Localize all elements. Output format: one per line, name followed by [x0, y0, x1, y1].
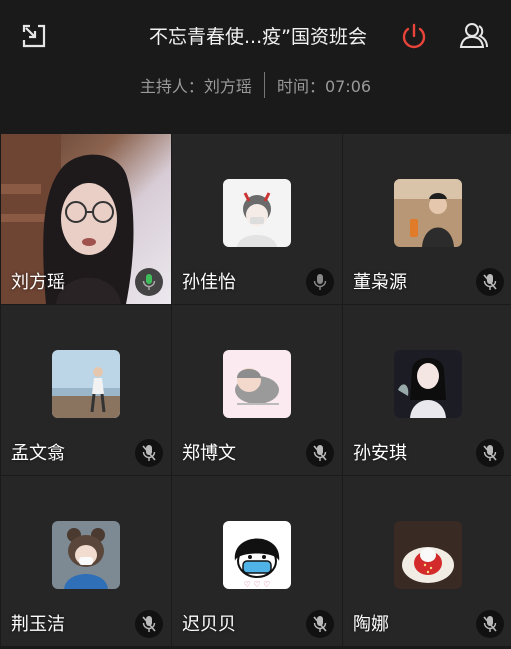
avatar	[393, 350, 462, 418]
meeting-title: 不忘青春使...疫”国资班会	[149, 26, 367, 48]
participant-tile[interactable]: 荆玉洁	[1, 476, 171, 646]
mic-muted-icon	[135, 610, 163, 638]
mic-muted-icon	[476, 439, 504, 467]
avatar	[223, 179, 291, 247]
participant-tile[interactable]: ♡ ♡ ♡ 迟贝贝	[172, 476, 342, 646]
avatar	[52, 521, 120, 589]
mic-icon	[306, 268, 334, 296]
participant-name: 孙安琪	[353, 443, 407, 464]
mic-muted-icon	[306, 439, 334, 467]
participant-tile[interactable]: 董枭源	[343, 134, 511, 304]
minimize-window-icon[interactable]	[18, 20, 50, 52]
video-grid: 刘方瑶 孙佳怡 董枭源 孟文翕 郑博文 孙安琪 荆玉洁 ♡ ♡ ♡ 迟贝贝 陶娜	[0, 134, 511, 649]
participant-tile[interactable]: 孙安琪	[343, 305, 511, 475]
participant-tile[interactable]: 郑博文	[172, 305, 342, 475]
mic-active-icon	[135, 268, 163, 296]
participant-name: 董枭源	[353, 272, 407, 293]
mic-muted-icon	[476, 610, 504, 638]
avatar	[393, 179, 462, 247]
participant-name: 迟贝贝	[182, 614, 236, 635]
participants-icon[interactable]	[458, 20, 490, 52]
participant-name: 郑博文	[182, 443, 236, 464]
mic-muted-icon	[306, 610, 334, 638]
mic-muted-icon	[476, 268, 504, 296]
meeting-time: 时间：07:06	[276, 77, 372, 96]
avatar	[52, 350, 120, 418]
avatar: ♡ ♡ ♡	[223, 521, 291, 589]
host-label: 主持人：刘方瑶	[139, 77, 252, 96]
participant-tile[interactable]: 孙佳怡	[172, 134, 342, 304]
participant-tile[interactable]: 陶娜	[343, 476, 511, 646]
participant-tile[interactable]: 刘方瑶	[1, 134, 171, 304]
meeting-header: 不忘青春使...疫”国资班会	[0, 0, 511, 72]
participant-name: 荆玉洁	[11, 614, 65, 635]
avatar	[223, 350, 291, 418]
participant-name: 刘方瑶	[11, 272, 65, 293]
divider	[263, 72, 265, 98]
participant-name: 孙佳怡	[182, 272, 236, 293]
participant-tile[interactable]: 孟文翕	[1, 305, 171, 475]
avatar	[393, 521, 462, 589]
meeting-info: 主持人：刘方瑶 时间：07:06	[0, 70, 511, 100]
svg-text:♡ ♡ ♡: ♡ ♡ ♡	[244, 580, 271, 589]
mic-muted-icon	[135, 439, 163, 467]
participant-name: 孟文翕	[11, 443, 65, 464]
power-leave-icon[interactable]	[398, 20, 430, 52]
participant-name: 陶娜	[353, 614, 389, 635]
